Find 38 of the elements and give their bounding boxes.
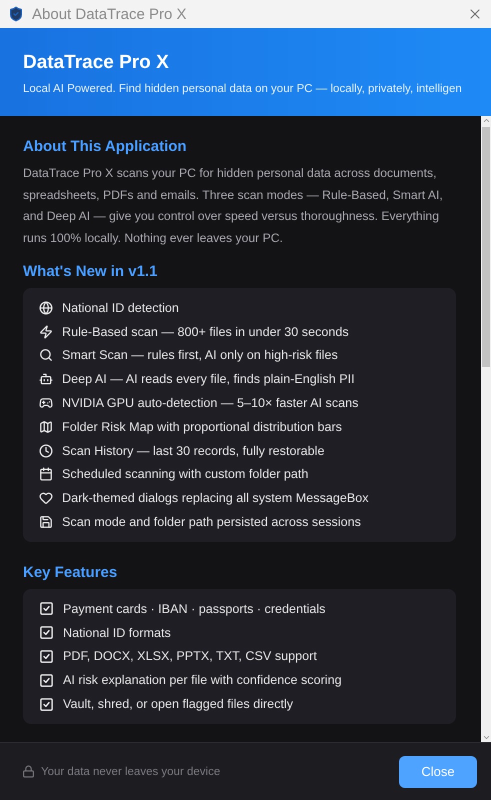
globe-icon — [39, 300, 53, 315]
feature-item: Folder Risk Map with proportional distribution bars — [62, 420, 342, 434]
section-heading: What's New in v1.1 — [23, 263, 158, 280]
about-paragraph: DataTrace Pro X scans your PC for hidden personal data across documents, spreadsheets, PDFs and emails. Three scan modes — Rule-Based, Smart AI, and Deep AI — give you control over speed versus thoroughness. Everything runs 100% locally. Nothing ever leaves your PC. — [23, 165, 444, 246]
heart-icon — [39, 491, 53, 506]
feature-item: National ID formats — [63, 626, 171, 640]
calendar-icon — [39, 467, 53, 482]
privacy-note: Your data never leaves your device — [41, 766, 222, 778]
clock-icon — [39, 444, 53, 458]
lightning-icon — [39, 324, 53, 339]
section-heading: About This Application — [23, 138, 188, 155]
map-icon — [39, 420, 53, 434]
feature-item: Dark-themed dialogs replacing all system MessageBox — [62, 491, 369, 506]
feature-item: Deep AI — AI reads every file, finds plain-English PII — [62, 372, 355, 386]
search-icon — [39, 348, 53, 362]
feature-item: Payment cards · IBAN · passports · credentials — [63, 602, 326, 616]
feature-item: Scheduled scanning with custom folder path — [62, 467, 308, 482]
robot-icon — [39, 372, 53, 386]
feature-item: National ID detection — [62, 300, 179, 315]
feature-item: Scan History — last 30 records, fully restorable — [62, 444, 324, 458]
feature-item: NVIDIA GPU auto-detection — 5–10× faster AI scans — [62, 396, 358, 410]
feature-item: PDF, DOCX, XLSX, PPTX, TXT, CSV support — [63, 649, 317, 664]
app-tagline: Local AI Powered. Find hidden personal data on your PC — locally, privately, intelligen — [23, 83, 463, 95]
lock-icon — [22, 765, 35, 778]
window-title: About DataTrace Pro X — [32, 6, 188, 22]
feature-item: Scan mode and folder path persisted across sessions — [62, 515, 361, 530]
scroll-up-icon[interactable] — [482, 116, 490, 125]
feature-item: AI risk explanation per file with confidence scoring — [63, 673, 342, 688]
close-button[interactable]: Close — [399, 756, 477, 788]
section-heading: Key Features — [23, 564, 118, 581]
feature-item: Smart Scan — rules first, AI only on high-risk files — [62, 348, 338, 362]
shield-icon — [8, 6, 24, 22]
feature-item: Vault, shred, or open flagged files directly — [63, 697, 294, 712]
feature-item: Rule-Based scan — 800+ files in under 30 seconds — [62, 324, 349, 339]
app-title: DataTrace Pro X — [23, 52, 170, 74]
gamepad-icon — [39, 396, 53, 410]
scroll-down-icon[interactable] — [482, 733, 490, 742]
scrollbar[interactable] — [481, 116, 491, 742]
